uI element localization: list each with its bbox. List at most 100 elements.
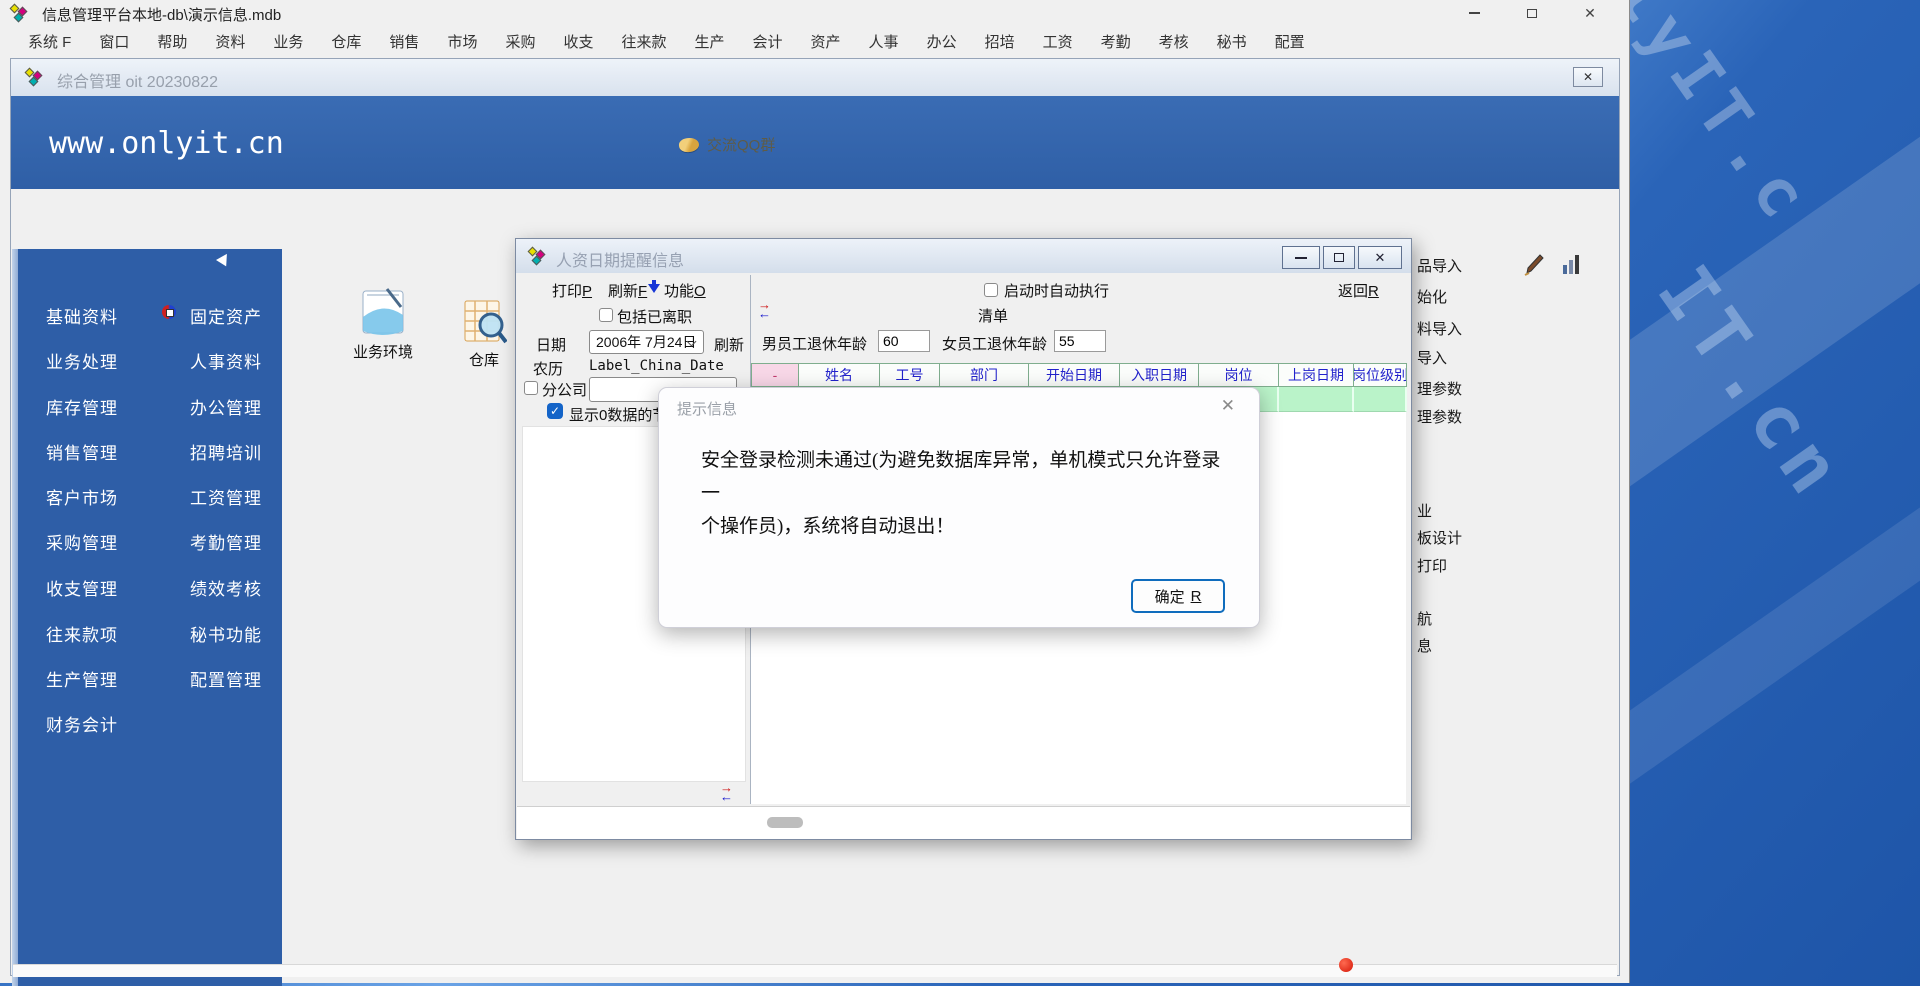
shortcut-label: 仓库 — [451, 349, 517, 370]
date-value: 2006年 7月24日 — [596, 332, 696, 352]
right-link[interactable]: 导入 — [1417, 347, 1447, 368]
chart-pin-icon[interactable] — [1559, 253, 1585, 277]
menu-production[interactable]: 生产 — [681, 27, 739, 56]
menu-data[interactable]: 资料 — [201, 27, 259, 56]
dialog-toolbar: 打印P 刷新F 功能O 启动时自动执行 返回R — [516, 277, 1411, 303]
alert-close-button[interactable]: ✕ — [1215, 394, 1241, 418]
right-link[interactable]: 息 — [1417, 635, 1432, 656]
qq-group-link[interactable]: 交流QQ群 — [679, 134, 775, 155]
back-button[interactable]: 返回R — [1338, 280, 1379, 301]
dialog-maximize-button[interactable] — [1323, 246, 1355, 269]
right-link[interactable]: 理参数 — [1417, 378, 1462, 399]
grid-cell[interactable] — [1279, 387, 1354, 412]
minimize-button[interactable] — [1445, 0, 1503, 26]
menu-business[interactable]: 业务 — [259, 27, 317, 56]
right-link[interactable]: 理参数 — [1417, 406, 1462, 427]
sidebar-item-business[interactable]: 业务处理 — [46, 348, 118, 373]
sidebar-item-finance[interactable]: 财务会计 — [46, 711, 118, 736]
shortcut-warehouse[interactable]: 仓库 — [451, 297, 517, 370]
menu-office[interactable]: 办公 — [913, 27, 971, 56]
sidebar-item-base-data[interactable]: 基础资料 — [46, 303, 118, 328]
menu-window[interactable]: 窗口 — [85, 27, 143, 56]
sidebar-item-hr-data[interactable]: 人事资料 — [190, 348, 262, 373]
right-link[interactable]: 品导入 — [1417, 255, 1462, 276]
male-retire-input[interactable] — [878, 330, 930, 352]
menu-assets[interactable]: 资产 — [797, 27, 855, 56]
grid-header-dash[interactable]: - — [752, 364, 799, 386]
female-retire-input[interactable] — [1054, 330, 1106, 352]
sidebar-item-sales[interactable]: 销售管理 — [46, 439, 118, 464]
pointer-icon — [216, 251, 232, 267]
menu-sales[interactable]: 销售 — [375, 27, 433, 56]
mdi-window-icon — [25, 68, 43, 86]
sidebar-item-attendance[interactable]: 考勤管理 — [190, 529, 262, 554]
grid-header-postdate[interactable]: 上岗日期 — [1279, 364, 1354, 386]
sidebar-item-salary[interactable]: 工资管理 — [190, 484, 262, 509]
menu-system[interactable]: 系统 F — [14, 27, 85, 56]
sidebar-item-appraisal[interactable]: 绩效考核 — [190, 575, 262, 600]
swap-icon[interactable]: →← — [758, 301, 776, 319]
refresh-menu-button[interactable]: 刷新F — [608, 280, 647, 301]
menu-appraisal[interactable]: 考核 — [1145, 27, 1203, 56]
sidebar-item-office[interactable]: 办公管理 — [190, 394, 262, 419]
branch-checkbox[interactable] — [524, 381, 538, 395]
menu-market[interactable]: 市场 — [433, 27, 491, 56]
menu-accounting[interactable]: 会计 — [739, 27, 797, 56]
grid-header-startdate[interactable]: 开始日期 — [1029, 364, 1120, 386]
sidebar-item-production[interactable]: 生产管理 — [46, 666, 118, 691]
show-zero-checkbox[interactable]: ✓ — [547, 403, 563, 419]
horizontal-scrollbar[interactable] — [13, 964, 1617, 977]
date-combobox[interactable]: 2006年 7月24日 — [589, 330, 704, 354]
refresh-button[interactable]: 刷新 — [714, 334, 744, 355]
scrollbar-thumb[interactable] — [767, 817, 803, 828]
autorun-checkbox[interactable] — [984, 283, 998, 297]
grid-header-hiredate[interactable]: 入职日期 — [1120, 364, 1199, 386]
menu-salary[interactable]: 工资 — [1029, 27, 1087, 56]
menu-purchase[interactable]: 采购 — [491, 27, 549, 56]
grid-header-dept[interactable]: 部门 — [940, 364, 1029, 386]
sidebar-item-fixed-assets[interactable]: 固定资产 — [190, 303, 262, 328]
print-button[interactable]: 打印P — [552, 280, 592, 301]
menu-attendance[interactable]: 考勤 — [1087, 27, 1145, 56]
sidebar-item-purchase[interactable]: 采购管理 — [46, 529, 118, 554]
ok-button[interactable]: 确定R — [1131, 579, 1225, 613]
edit-pen-icon[interactable] — [1523, 253, 1549, 277]
swap-icon[interactable]: →← — [720, 784, 738, 802]
sidebar-item-config[interactable]: 配置管理 — [190, 666, 262, 691]
menu-secretary[interactable]: 秘书 — [1203, 27, 1261, 56]
dialog-footer-scrollbar — [517, 806, 1410, 839]
function-menu-button[interactable]: 功能O — [664, 280, 706, 301]
sidebar-item-secretary[interactable]: 秘书功能 — [190, 621, 262, 646]
sidebar-item-payments[interactable]: 收支管理 — [46, 575, 118, 600]
shortcut-business-env[interactable]: 业务环境 — [347, 287, 419, 362]
include-resigned-checkbox[interactable] — [599, 308, 613, 322]
grid-header-post[interactable]: 岗位 — [1199, 364, 1279, 386]
menu-config[interactable]: 配置 — [1261, 27, 1319, 56]
right-link[interactable]: 打印 — [1417, 555, 1447, 576]
dialog-close-button[interactable]: ✕ — [1358, 246, 1402, 269]
menu-recruit[interactable]: 招培 — [971, 27, 1029, 56]
grid-cell[interactable] — [1354, 387, 1407, 412]
right-link[interactable]: 始化 — [1417, 286, 1447, 307]
menu-accounts[interactable]: 往来款 — [607, 27, 680, 56]
sidebar-item-customers[interactable]: 客户市场 — [46, 484, 118, 509]
menu-hr[interactable]: 人事 — [855, 27, 913, 56]
right-link[interactable]: 业 — [1417, 500, 1432, 521]
right-link[interactable]: 料导入 — [1417, 318, 1462, 339]
close-button[interactable]: ✕ — [1561, 0, 1619, 26]
grid-header-postlevel[interactable]: 岗位级别 — [1354, 364, 1407, 386]
mdi-close-button[interactable]: ✕ — [1573, 67, 1603, 87]
right-link[interactable]: 航 — [1417, 608, 1432, 629]
sidebar-item-accounts[interactable]: 往来款项 — [46, 621, 118, 646]
sidebar-item-inventory[interactable]: 库存管理 — [46, 394, 118, 419]
menu-payments[interactable]: 收支 — [549, 27, 607, 56]
menu-help[interactable]: 帮助 — [143, 27, 201, 56]
maximize-button[interactable] — [1503, 0, 1561, 26]
grid-header-empno[interactable]: 工号 — [880, 364, 940, 386]
grid-header-name[interactable]: 姓名 — [799, 364, 880, 386]
sidebar-item-recruit[interactable]: 招聘培训 — [190, 439, 262, 464]
menu-warehouse[interactable]: 仓库 — [317, 27, 375, 56]
close-icon: ✕ — [1583, 70, 1593, 84]
right-link[interactable]: 板设计 — [1417, 527, 1462, 548]
dialog-minimize-button[interactable] — [1282, 246, 1320, 269]
